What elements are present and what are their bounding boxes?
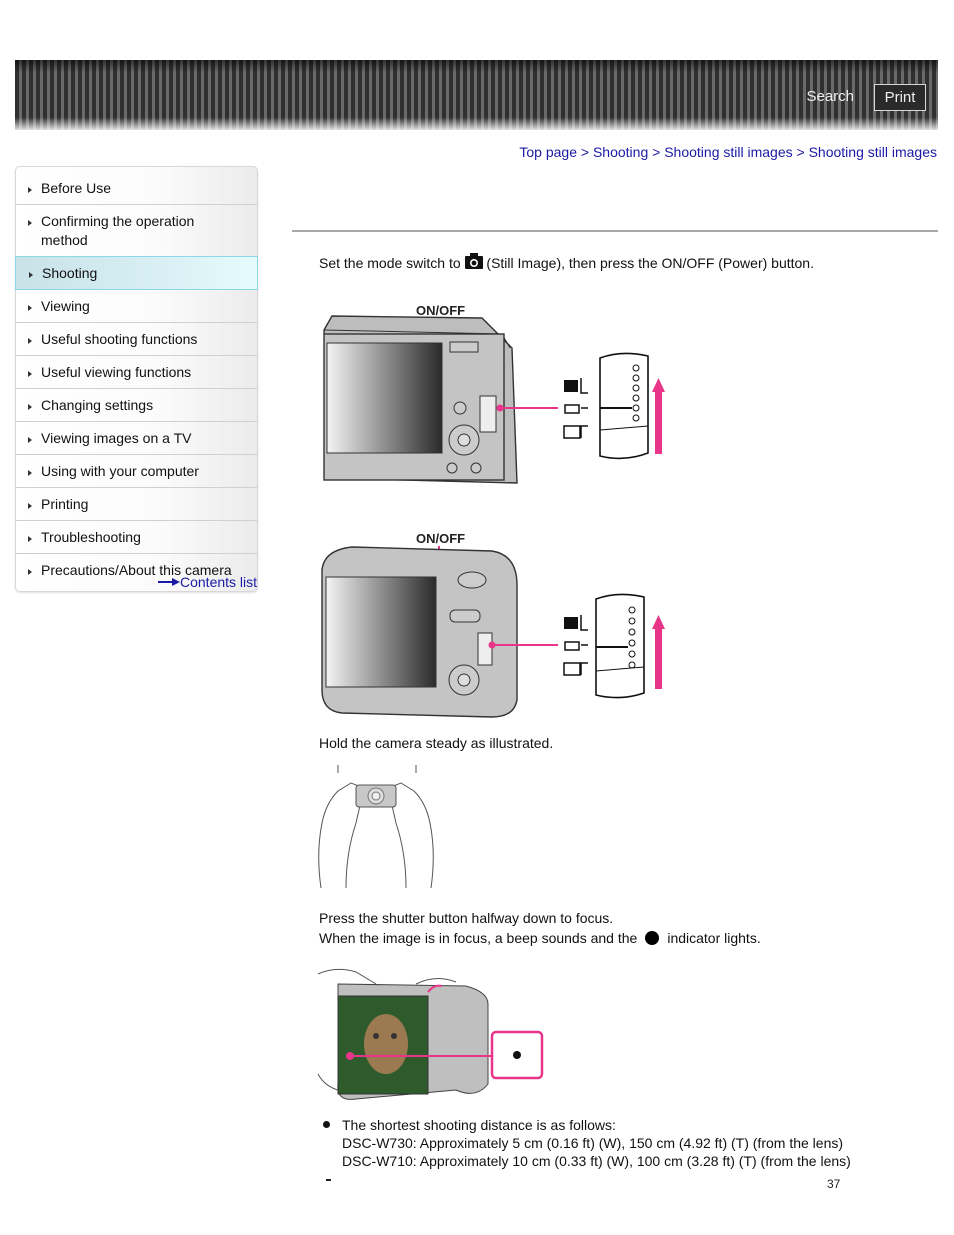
bullet-fragment bbox=[326, 1179, 331, 1181]
sidebar-item-viewing[interactable]: Viewing bbox=[16, 290, 257, 323]
sidebar-item-label: Viewing bbox=[41, 298, 90, 314]
bullet-icon bbox=[323, 1121, 330, 1128]
breadcrumb: Top page > Shooting > Shooting still ima… bbox=[519, 144, 937, 160]
triangle-right-icon bbox=[28, 187, 32, 193]
sidebar-item-label: Confirming the operation method bbox=[41, 213, 195, 248]
holding-camera-illustration bbox=[318, 765, 434, 889]
arrow-right-icon bbox=[158, 578, 180, 586]
sidebar-item-label: Useful viewing functions bbox=[41, 364, 192, 380]
print-button[interactable]: Print bbox=[874, 84, 926, 111]
breadcrumb-separator: > bbox=[796, 144, 809, 160]
triangle-right-icon bbox=[28, 503, 32, 509]
sidebar-item-useful-shooting[interactable]: Useful shooting functions bbox=[16, 323, 257, 356]
shooting-distance-note: The shortest shooting distance is as fol… bbox=[323, 1116, 851, 1170]
note-line: The shortest shooting distance is as fol… bbox=[342, 1117, 616, 1133]
sidebar-item-label: Troubleshooting bbox=[41, 529, 141, 545]
breadcrumb-top-page[interactable]: Top page bbox=[519, 144, 577, 160]
note-line: DSC-W710: Approximately 10 cm (0.33 ft) … bbox=[342, 1153, 851, 1169]
sidebar-item-label: Shooting bbox=[42, 265, 98, 281]
sidebar-item-changing-settings[interactable]: Changing settings bbox=[16, 389, 257, 422]
breadcrumb-separator: > bbox=[652, 144, 665, 160]
sidebar-nav: Before Use Confirming the operation meth… bbox=[15, 166, 258, 592]
sidebar-item-label: Using with your computer bbox=[41, 463, 199, 479]
page-number: 37 bbox=[827, 1177, 841, 1191]
sidebar-item-label: Before Use bbox=[41, 180, 112, 196]
header-bar: Search Print bbox=[15, 60, 938, 130]
sidebar-item-label: Printing bbox=[41, 496, 89, 512]
sidebar-item-useful-viewing[interactable]: Useful viewing functions bbox=[16, 356, 257, 389]
sidebar-item-troubleshooting[interactable]: Troubleshooting bbox=[16, 521, 257, 554]
breadcrumb-separator: > bbox=[580, 144, 593, 160]
focus-text-before: When the image is in focus, a beep sound… bbox=[319, 930, 638, 946]
breadcrumb-shooting[interactable]: Shooting bbox=[593, 144, 648, 160]
contents-list-label: Contents list bbox=[180, 574, 258, 590]
on-off-callout: ON/OFF bbox=[416, 531, 465, 546]
camera-illustration-2: ON/OFF bbox=[321, 531, 665, 718]
triangle-right-icon bbox=[28, 338, 32, 344]
on-off-callout: ON/OFF bbox=[416, 303, 465, 318]
breadcrumb-current[interactable]: Shooting still images bbox=[809, 144, 937, 160]
search-link[interactable]: Search bbox=[806, 88, 854, 105]
triangle-right-icon bbox=[28, 536, 32, 542]
title-divider bbox=[292, 230, 938, 232]
step-focus-indicator-text: When the image is in focus, a beep sound… bbox=[319, 928, 761, 948]
step1-text-after: (Still Image), then press the ON/OFF (Po… bbox=[486, 255, 814, 271]
sidebar-item-label: Useful shooting functions bbox=[41, 331, 198, 347]
still-image-camera-icon bbox=[464, 253, 483, 269]
step-half-press-text: Press the shutter button halfway down to… bbox=[319, 910, 614, 926]
sidebar-item-computer[interactable]: Using with your computer bbox=[16, 455, 257, 488]
triangle-right-icon bbox=[28, 569, 32, 575]
triangle-right-icon bbox=[28, 220, 32, 226]
sidebar-item-label: Changing settings bbox=[41, 397, 154, 413]
breadcrumb-shooting-still-images[interactable]: Shooting still images bbox=[664, 144, 792, 160]
triangle-right-icon bbox=[28, 371, 32, 377]
triangle-right-icon bbox=[29, 272, 33, 278]
step-mode-switch-text: Set the mode switch to (Still Image), th… bbox=[319, 253, 814, 273]
camera-illustration-1: ON/OFF bbox=[323, 303, 665, 484]
triangle-right-icon bbox=[28, 437, 32, 443]
triangle-right-icon bbox=[28, 305, 32, 311]
sidebar-item-label: Viewing images on a TV bbox=[41, 430, 192, 446]
triangle-right-icon bbox=[28, 404, 32, 410]
step1-text-before: Set the mode switch to bbox=[319, 255, 461, 271]
sidebar-item-shooting[interactable]: Shooting bbox=[15, 256, 258, 290]
focus-text-after: indicator lights. bbox=[667, 930, 761, 946]
sidebar-item-before-use[interactable]: Before Use bbox=[16, 172, 257, 205]
focus-indicator-icon bbox=[645, 931, 660, 945]
focus-indicator-illustration bbox=[317, 968, 544, 1100]
sidebar-item-printing[interactable]: Printing bbox=[16, 488, 257, 521]
sidebar-item-viewing-tv[interactable]: Viewing images on a TV bbox=[16, 422, 257, 455]
contents-list-link[interactable]: Contents list bbox=[158, 574, 257, 590]
note-line: DSC-W730: Approximately 5 cm (0.16 ft) (… bbox=[342, 1135, 844, 1151]
sidebar-item-confirming-operation[interactable]: Confirming the operation method bbox=[16, 205, 257, 257]
step-hold-camera-text: Hold the camera steady as illustrated. bbox=[319, 735, 554, 751]
triangle-right-icon bbox=[28, 470, 32, 476]
